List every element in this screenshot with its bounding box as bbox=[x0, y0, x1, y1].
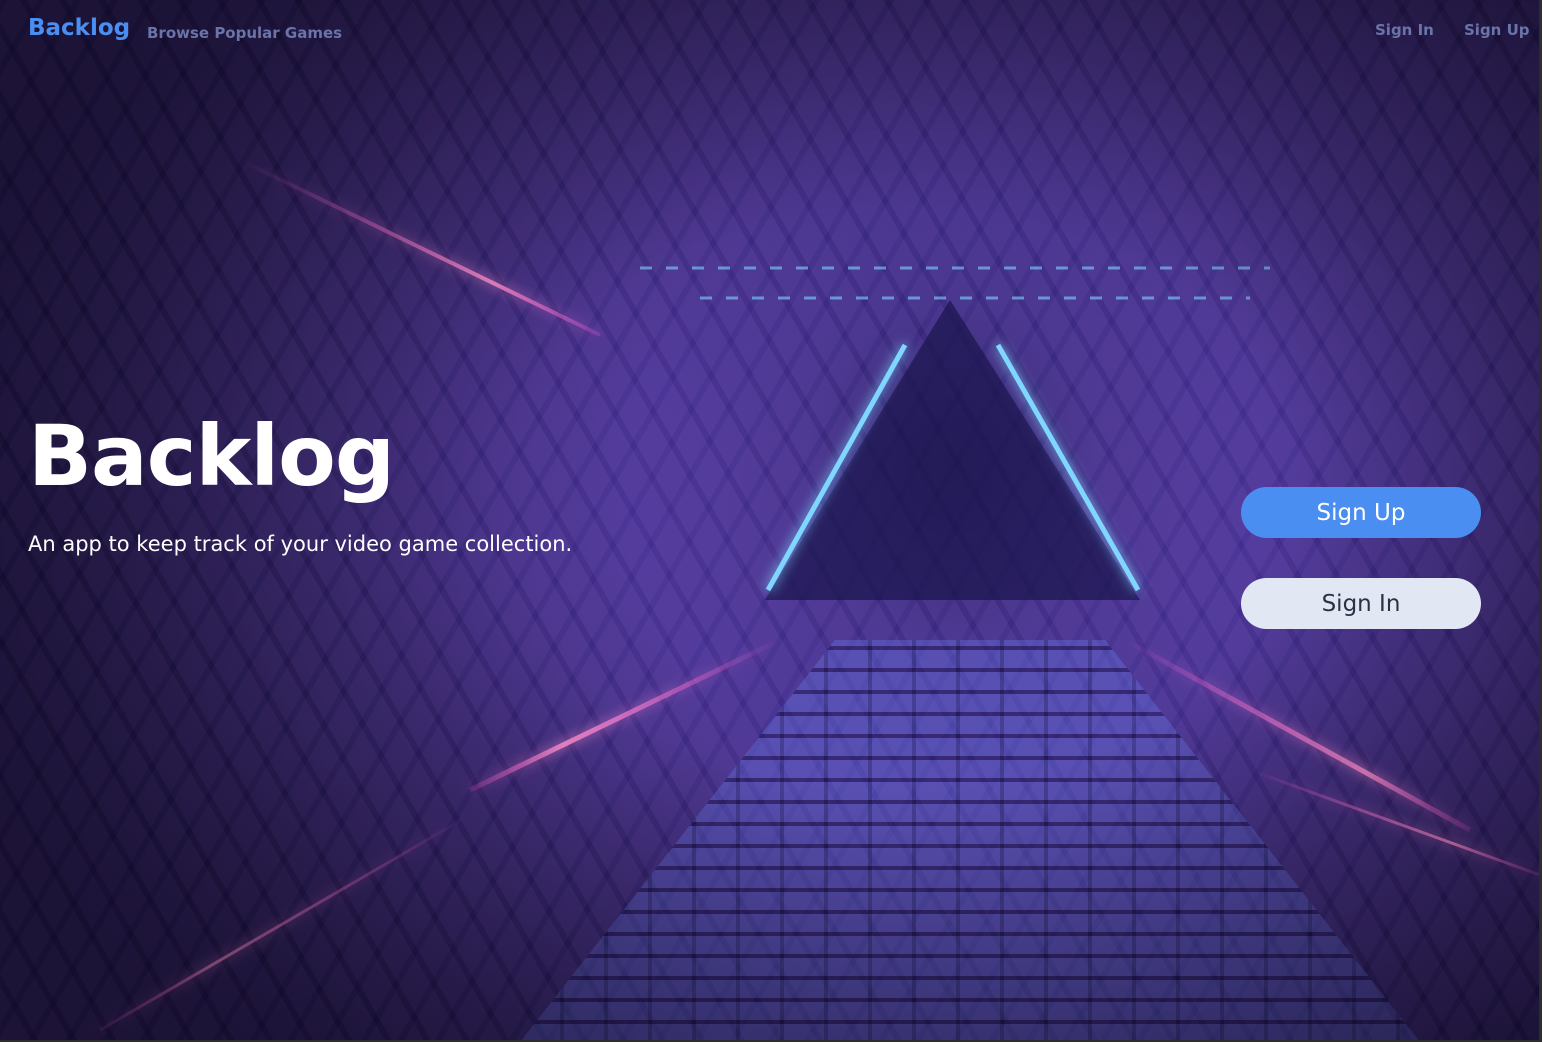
hero-title: Backlog bbox=[28, 407, 395, 505]
sign-in-button[interactable]: Sign In bbox=[1241, 578, 1481, 629]
nav-logo[interactable]: Backlog bbox=[28, 15, 130, 41]
landing-page: Backlog Browse Popular Games Sign In Sig… bbox=[0, 0, 1542, 1042]
nav-link-sign-up[interactable]: Sign Up bbox=[1464, 21, 1530, 39]
sign-up-button[interactable]: Sign Up bbox=[1241, 487, 1481, 538]
nav-link-sign-in[interactable]: Sign In bbox=[1375, 21, 1434, 39]
nav-link-browse-popular-games[interactable]: Browse Popular Games bbox=[147, 24, 342, 42]
top-navbar: Backlog Browse Popular Games Sign In Sig… bbox=[0, 0, 1542, 62]
hero-subtitle: An app to keep track of your video game … bbox=[28, 532, 573, 556]
